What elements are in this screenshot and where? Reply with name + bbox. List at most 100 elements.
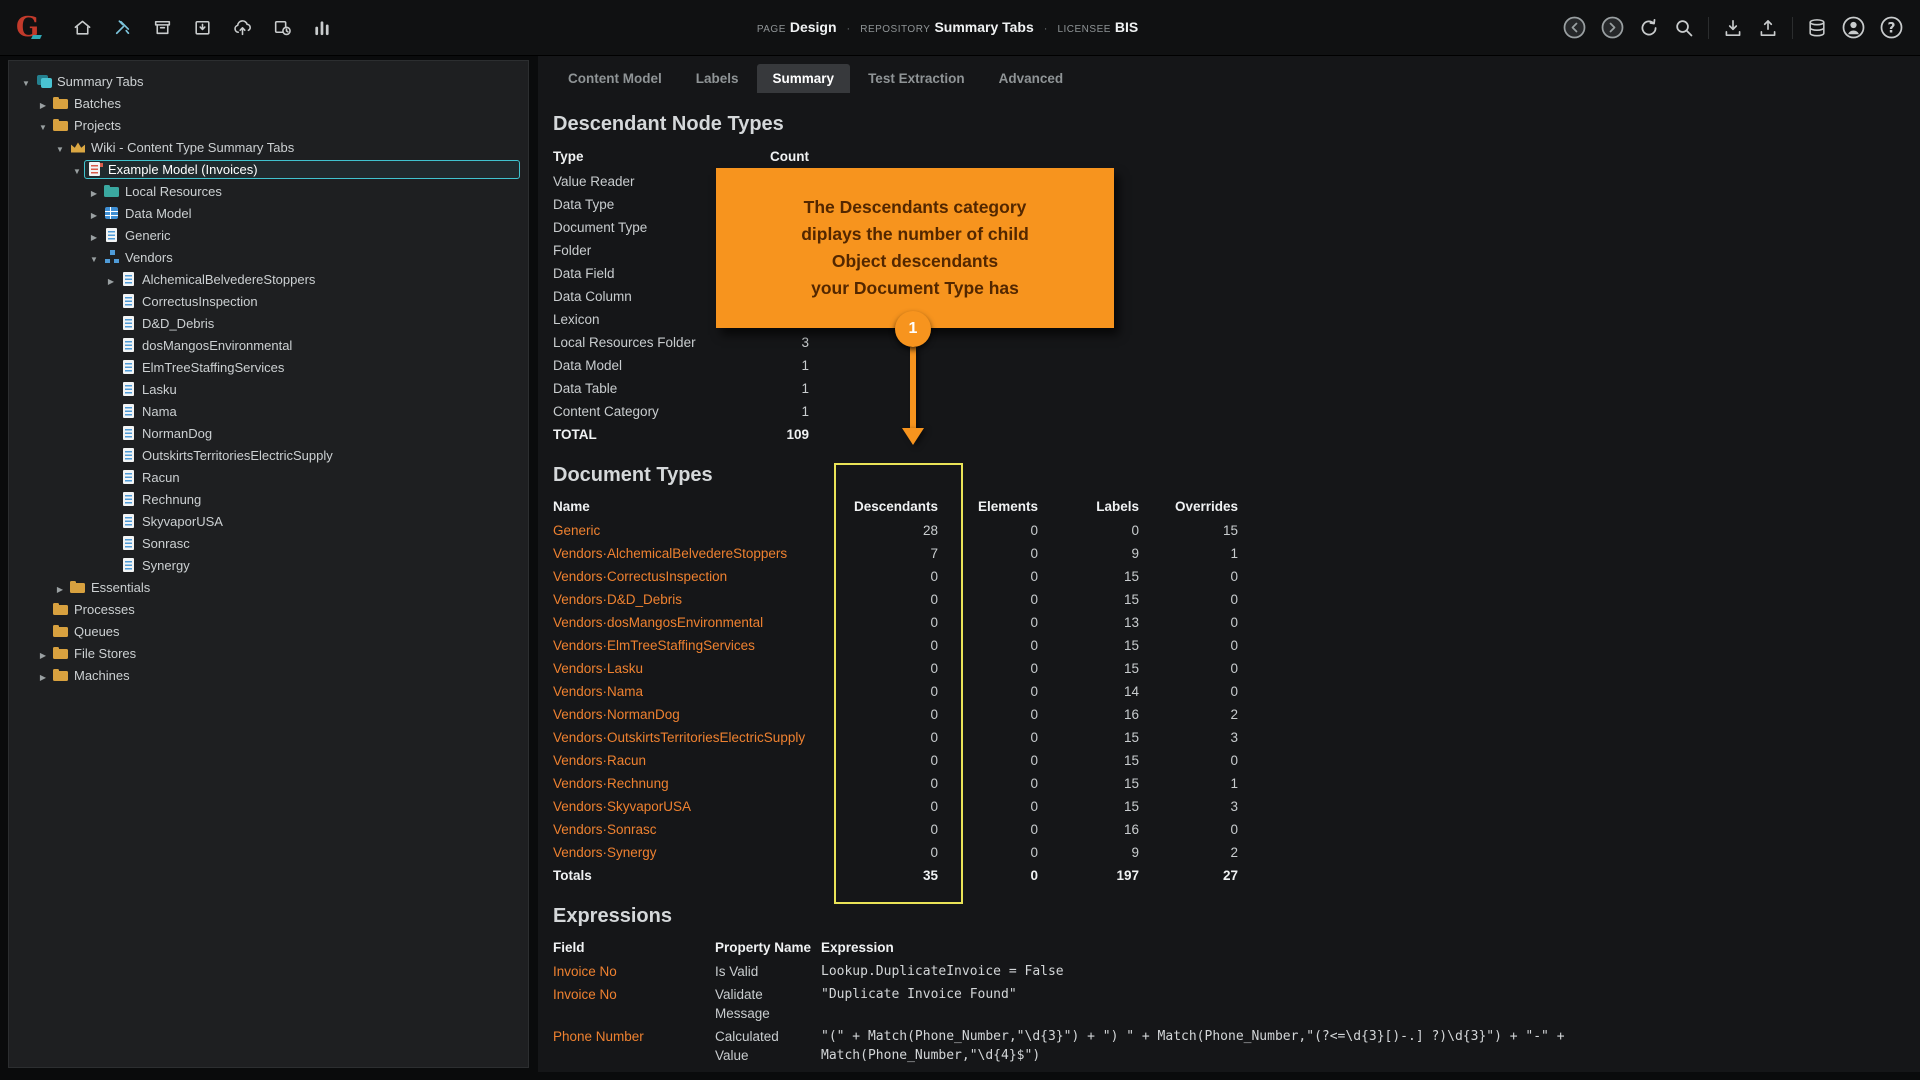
tree-item-box[interactable]: Local Resources [101, 182, 520, 201]
field-link[interactable]: Invoice No [553, 962, 715, 981]
tree-item-box[interactable]: Machines [50, 666, 520, 685]
document-type-link[interactable]: Vendors·Racun [553, 749, 838, 772]
cloud-upload-icon[interactable] [232, 17, 253, 38]
document-type-link[interactable]: Vendors·Sonrasc [553, 818, 838, 841]
task-clock-icon[interactable] [272, 17, 293, 38]
tree-expander-icon[interactable] [36, 646, 50, 661]
document-type-link[interactable]: Generic [553, 519, 838, 542]
tree-item-box[interactable]: CorrectusInspection [118, 292, 520, 311]
document-type-link[interactable]: Vendors·AlchemicalBelvedereStoppers [553, 542, 838, 565]
back-icon[interactable] [1562, 15, 1587, 40]
tree-item[interactable]: Rechnung [9, 488, 528, 510]
tree-expander-icon[interactable] [53, 140, 67, 155]
tree-item-box[interactable]: Vendors [101, 248, 520, 267]
tree-item[interactable]: Batches [9, 92, 528, 114]
field-link[interactable]: Phone Number [553, 1027, 715, 1046]
tree-item[interactable]: Nama [9, 400, 528, 422]
document-type-link[interactable]: Vendors·D&D_Debris [553, 588, 838, 611]
tools-icon[interactable] [112, 17, 133, 38]
import-box-icon[interactable] [192, 17, 213, 38]
tree-item-box[interactable]: Racun [118, 468, 520, 487]
tab[interactable]: Labels [680, 64, 755, 93]
tree-item-box[interactable]: Essentials [67, 578, 520, 597]
tree-item-box[interactable]: Generic [101, 226, 520, 245]
tree-item[interactable]: Example Model (Invoices) [9, 158, 528, 180]
tree-item[interactable]: ElmTreeStaffingServices [9, 356, 528, 378]
tree-expander-icon[interactable] [104, 272, 118, 287]
tree-item-box[interactable]: Data Model [101, 204, 520, 223]
tree-expander-icon[interactable] [36, 118, 50, 133]
tree-expander-icon[interactable] [19, 74, 33, 89]
tree-item[interactable]: dosMangosEnvironmental [9, 334, 528, 356]
document-type-link[interactable]: Vendors·dosMangosEnvironmental [553, 611, 838, 634]
tree-item-box[interactable]: D&D_Debris [118, 314, 520, 333]
tree-item-box[interactable]: Projects [50, 116, 520, 135]
tree-item[interactable]: Projects [9, 114, 528, 136]
tree-item[interactable]: Wiki - Content Type Summary Tabs [9, 136, 528, 158]
tree-item[interactable]: Local Resources [9, 180, 528, 202]
tree-item[interactable]: Vendors [9, 246, 528, 268]
tree-expander-icon[interactable] [36, 668, 50, 683]
tab[interactable]: Summary [756, 64, 851, 93]
tree-item[interactable]: Processes [9, 598, 528, 620]
tree-item[interactable]: OutskirtsTerritoriesElectricSupply [9, 444, 528, 466]
document-type-link[interactable]: Vendors·Rechnung [553, 772, 838, 795]
tree-item[interactable]: SkyvaporUSA [9, 510, 528, 532]
tree-expander-icon[interactable] [70, 162, 84, 177]
user-icon[interactable] [1841, 15, 1866, 40]
refresh-icon[interactable] [1638, 17, 1660, 39]
database-icon[interactable] [1806, 17, 1828, 39]
tree-item[interactable]: AlchemicalBelvedereStoppers [9, 268, 528, 290]
field-link[interactable]: Phone Number [553, 1069, 715, 1072]
tree-item-box[interactable]: File Stores [50, 644, 520, 663]
tree-expander-icon[interactable] [53, 580, 67, 595]
tree-item[interactable]: Data Model [9, 202, 528, 224]
tree-expander-icon[interactable] [87, 206, 101, 221]
tab[interactable]: Advanced [983, 64, 1080, 93]
document-type-link[interactable]: Vendors·OutskirtsTerritoriesElectricSupp… [553, 726, 838, 749]
tree-item[interactable]: Essentials [9, 576, 528, 598]
tree-item-box[interactable]: Synergy [118, 556, 520, 575]
tree-item[interactable]: Machines [9, 664, 528, 686]
home-icon[interactable] [72, 17, 93, 38]
bar-chart-icon[interactable] [312, 17, 333, 38]
field-link[interactable]: Invoice No [553, 985, 715, 1004]
document-type-link[interactable]: Vendors·SkyvaporUSA [553, 795, 838, 818]
tree-item-box[interactable]: Nama [118, 402, 520, 421]
tree-item-box[interactable]: dosMangosEnvironmental [118, 336, 520, 355]
tree-item-box[interactable]: NormanDog [118, 424, 520, 443]
document-type-link[interactable]: Vendors·Synergy [553, 841, 838, 864]
document-type-link[interactable]: Vendors·NormanDog [553, 703, 838, 726]
document-type-link[interactable]: Vendors·ElmTreeStaffingServices [553, 634, 838, 657]
tree-item-box[interactable]: Sonrasc [118, 534, 520, 553]
tree-item-box[interactable]: Example Model (Invoices) [84, 159, 520, 179]
tree-item-box[interactable]: Processes [50, 600, 520, 619]
tree-item[interactable]: Racun [9, 466, 528, 488]
tree-item[interactable]: CorrectusInspection [9, 290, 528, 312]
tree-item[interactable]: Lasku [9, 378, 528, 400]
tree-expander-icon[interactable] [36, 96, 50, 111]
tree-expander-icon[interactable] [87, 184, 101, 199]
document-type-link[interactable]: Vendors·Lasku [553, 657, 838, 680]
tree-item-box[interactable]: ElmTreeStaffingServices [118, 358, 520, 377]
tab[interactable]: Test Extraction [852, 64, 981, 93]
tree-item[interactable]: Sonrasc [9, 532, 528, 554]
tree-item[interactable]: Generic [9, 224, 528, 246]
tree-item-box[interactable]: SkyvaporUSA [118, 512, 520, 531]
tree-item-box[interactable]: AlchemicalBelvedereStoppers [118, 270, 520, 289]
upload-icon[interactable] [1757, 17, 1779, 39]
tree-item-box[interactable]: Lasku [118, 380, 520, 399]
tree-item-box[interactable]: Wiki - Content Type Summary Tabs [67, 138, 520, 157]
document-type-link[interactable]: Vendors·Nama [553, 680, 838, 703]
archive-box-icon[interactable] [152, 17, 173, 38]
tree-item-box[interactable]: Summary Tabs [33, 72, 520, 91]
tree-expander-icon[interactable] [87, 228, 101, 243]
tree-item[interactable]: D&D_Debris [9, 312, 528, 334]
tree-item[interactable]: NormanDog [9, 422, 528, 444]
tree-item-box[interactable]: Rechnung [118, 490, 520, 509]
help-icon[interactable]: ? [1879, 15, 1904, 40]
tree-item[interactable]: Queues [9, 620, 528, 642]
forward-icon[interactable] [1600, 15, 1625, 40]
tree-item[interactable]: File Stores [9, 642, 528, 664]
tree-item-box[interactable]: Queues [50, 622, 520, 641]
